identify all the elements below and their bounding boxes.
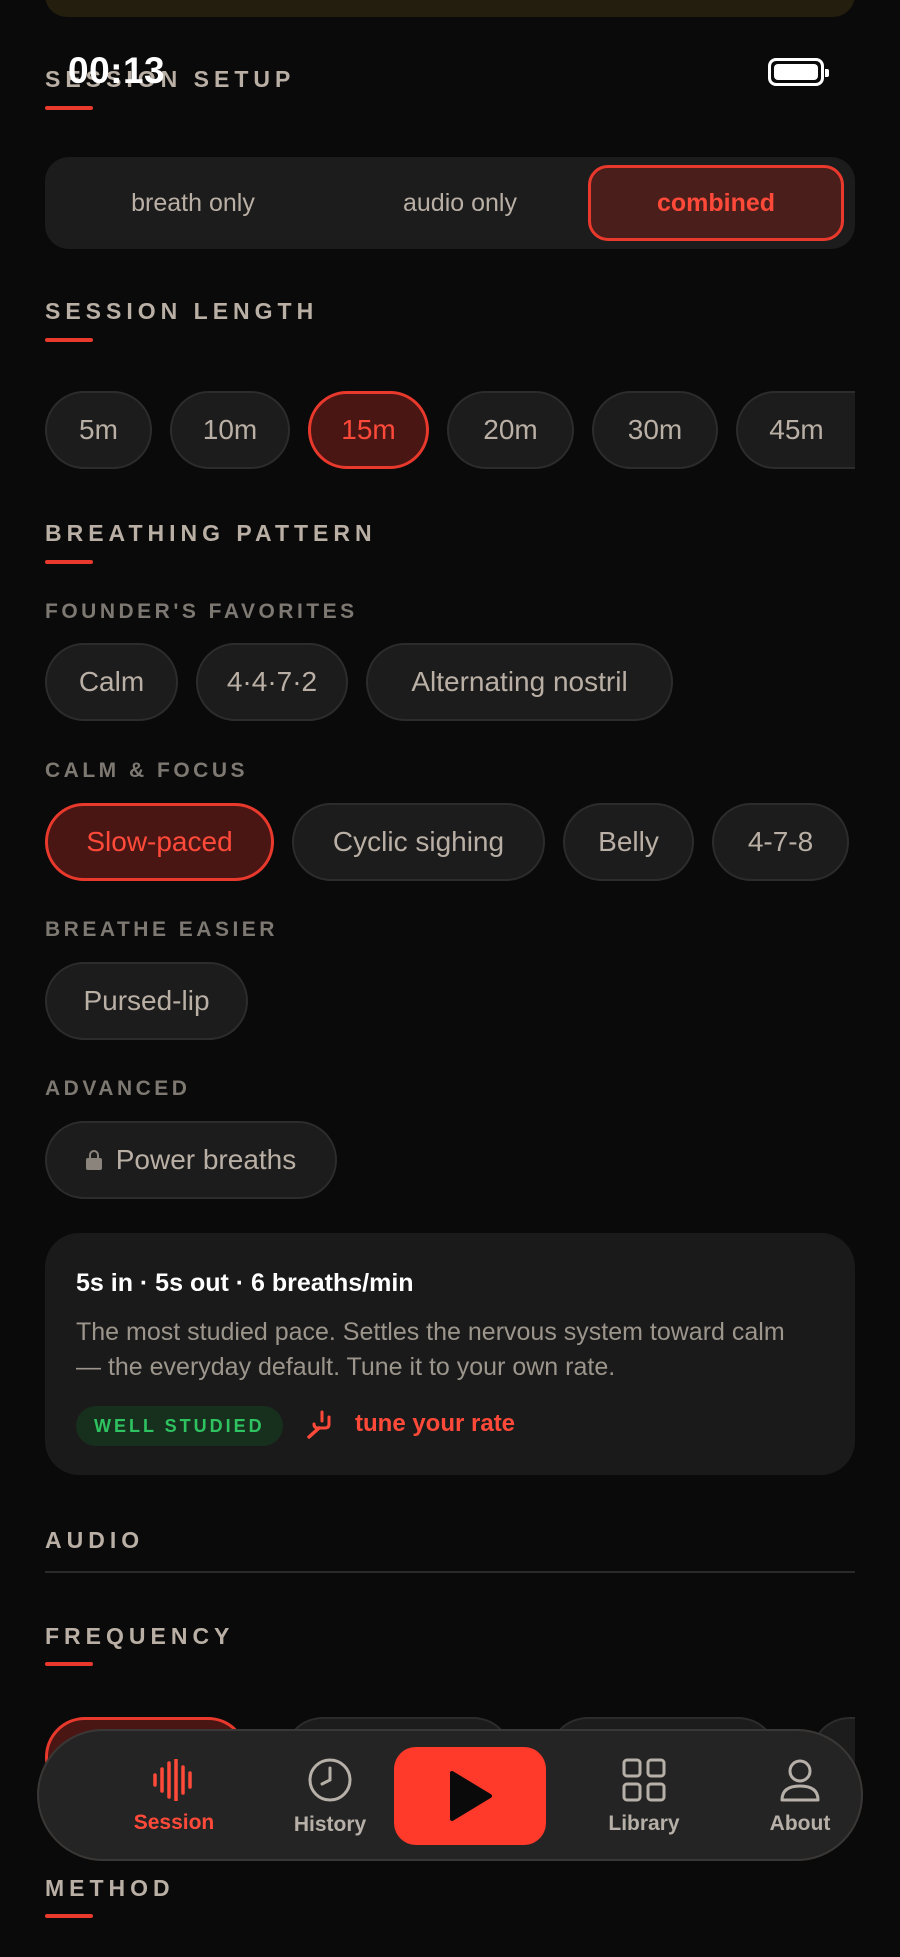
waveform-icon bbox=[153, 1759, 192, 1801]
person-icon bbox=[780, 1759, 820, 1802]
pattern-power-breaths[interactable]: Power breaths bbox=[45, 1121, 337, 1199]
length-option-5m[interactable]: 5m bbox=[45, 391, 152, 469]
pattern-4472[interactable]: 4·4·7·2 bbox=[196, 643, 348, 721]
pattern-calm[interactable]: Calm bbox=[45, 643, 178, 721]
mode-audio-only[interactable]: audio only bbox=[332, 165, 588, 241]
tab-session-label: Session bbox=[133, 1811, 215, 1834]
length-option-45m[interactable]: 45m bbox=[736, 391, 855, 469]
tab-history-label: History bbox=[293, 1813, 367, 1836]
pattern-power-breaths-label: Power breaths bbox=[115, 1144, 297, 1175]
pattern-info-description: The most studied pace. Settles the nervo… bbox=[76, 1318, 785, 1381]
pattern-belly[interactable]: Belly bbox=[563, 803, 694, 881]
group-title-calm-focus: CALM & FOCUS bbox=[45, 759, 248, 782]
tab-about[interactable]: About bbox=[735, 1731, 865, 1863]
section-underline bbox=[45, 1914, 93, 1918]
mode-breath-only[interactable]: breath only bbox=[65, 165, 321, 241]
audio-divider bbox=[45, 1571, 855, 1573]
section-underline bbox=[45, 338, 93, 342]
mode-combined[interactable]: combined bbox=[588, 165, 844, 241]
length-option-20m[interactable]: 20m bbox=[447, 391, 574, 469]
section-title-breathing-pattern: BREATHING PATTERN bbox=[45, 520, 377, 546]
play-icon bbox=[450, 1771, 492, 1821]
grid-icon bbox=[622, 1758, 666, 1802]
play-button[interactable] bbox=[394, 1747, 546, 1845]
pattern-alternating-nostril[interactable]: Alternating nostril bbox=[366, 643, 673, 721]
bottom-tab-bar: Session History Library About bbox=[37, 1729, 863, 1861]
section-title-audio: AUDIO bbox=[45, 1527, 145, 1553]
tab-history[interactable]: History bbox=[265, 1731, 395, 1863]
group-title-founders-favorites: FOUNDER'S FAVORITES bbox=[45, 600, 358, 623]
top-banner bbox=[45, 0, 855, 17]
section-title-method: METHOD bbox=[45, 1875, 175, 1901]
length-option-30m[interactable]: 30m bbox=[592, 391, 718, 469]
battery-icon bbox=[768, 58, 829, 86]
tab-library-label: Library bbox=[608, 1812, 680, 1835]
lock-icon bbox=[85, 1150, 102, 1170]
tab-about-label: About bbox=[769, 1812, 831, 1835]
pattern-pursed-lip[interactable]: Pursed-lip bbox=[45, 962, 248, 1040]
pattern-info-title: 5s in · 5s out · 6 breaths/min bbox=[76, 1269, 414, 1297]
section-title-session-length: SESSION LENGTH bbox=[45, 298, 319, 324]
pattern-info-card: 5s in · 5s out · 6 breaths/min The most … bbox=[45, 1233, 855, 1475]
status-time: 00:13 bbox=[68, 50, 166, 91]
tuning-fork-icon[interactable] bbox=[304, 1409, 334, 1439]
section-title-frequency: FREQUENCY bbox=[45, 1623, 235, 1649]
group-title-breathe-easier: BREATHE EASIER bbox=[45, 918, 278, 941]
tune-your-rate-link[interactable]: tune your rate bbox=[355, 1410, 515, 1438]
section-underline bbox=[45, 106, 93, 110]
pattern-cyclic-sighing[interactable]: Cyclic sighing bbox=[292, 803, 545, 881]
group-title-advanced: ADVANCED bbox=[45, 1077, 191, 1100]
well-studied-badge: WELL STUDIED bbox=[76, 1406, 283, 1446]
pattern-slow-paced[interactable]: Slow-paced bbox=[45, 803, 274, 881]
section-underline bbox=[45, 560, 93, 564]
tab-session[interactable]: Session bbox=[109, 1731, 239, 1863]
clock-icon bbox=[308, 1758, 352, 1802]
tab-library[interactable]: Library bbox=[579, 1731, 709, 1863]
pattern-4-7-8[interactable]: 4-7-8 bbox=[712, 803, 849, 881]
mode-segmented-control: breath only audio only combined bbox=[45, 157, 855, 249]
section-underline bbox=[45, 1662, 93, 1666]
length-option-10m[interactable]: 10m bbox=[170, 391, 290, 469]
length-option-15m[interactable]: 15m bbox=[308, 391, 429, 469]
